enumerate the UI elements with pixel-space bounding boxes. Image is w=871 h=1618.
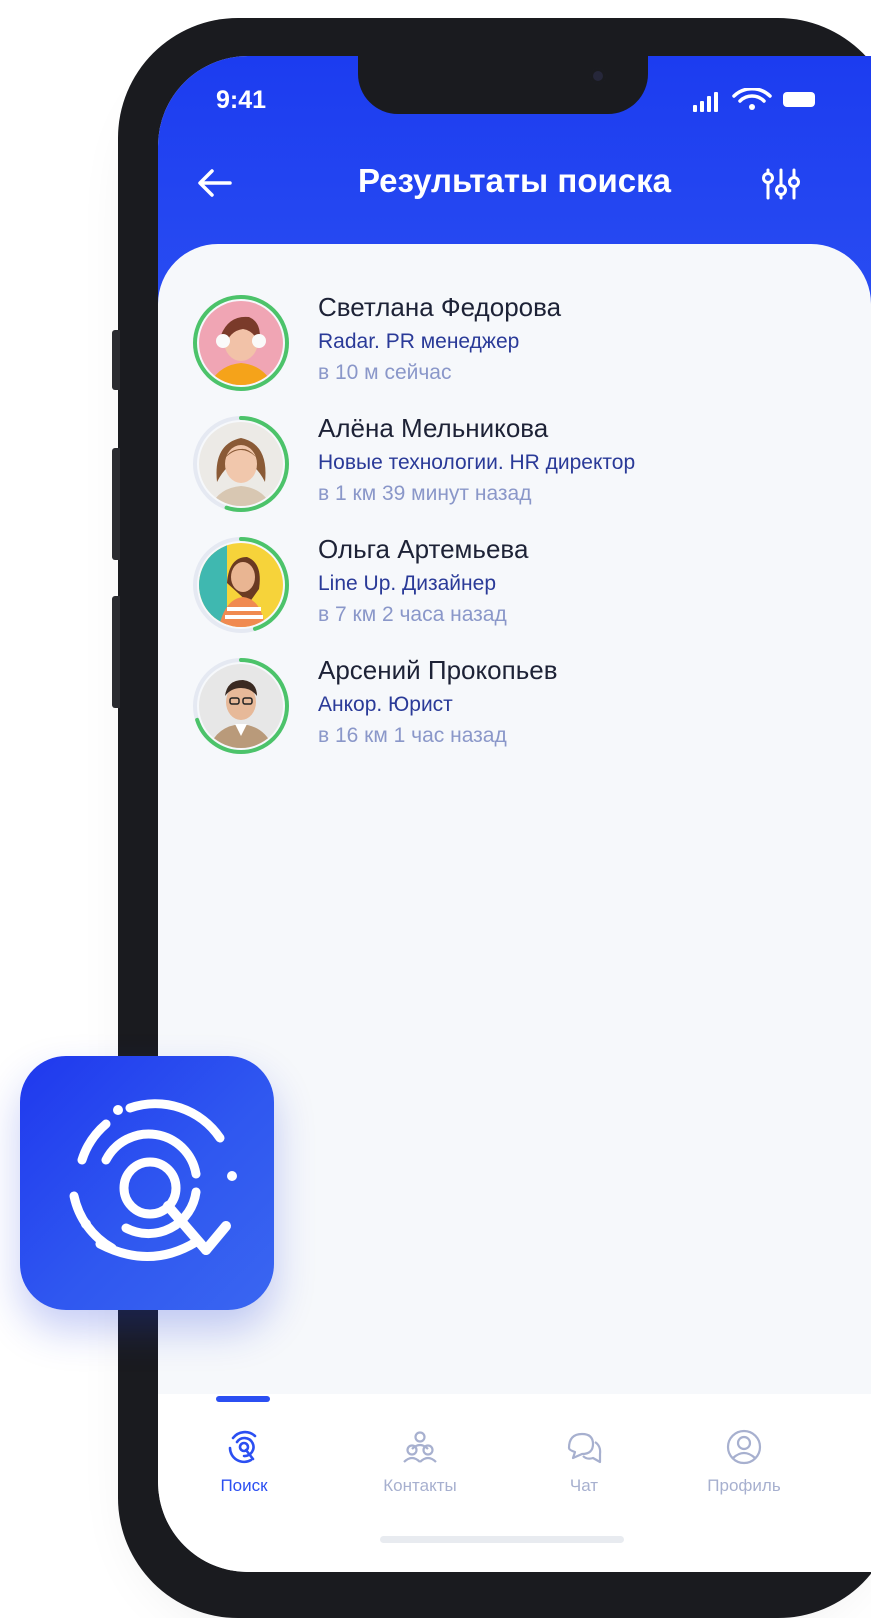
mute-switch <box>112 330 120 390</box>
tab-label-chat: Чат <box>569 1476 599 1495</box>
tab-bar: Поиск Контакты Чат Профиль <box>158 1394 871 1572</box>
result-row[interactable]: Арсений Прокопьев Анкор. Юрист в 16 км 1… <box>192 651 832 772</box>
tab-contacts[interactable]: Контакты <box>350 1428 490 1496</box>
radar-logo-icon <box>69 1099 237 1261</box>
result-name: Ольга Артемьева <box>318 534 529 564</box>
status-time: 9:41 <box>216 86 267 114</box>
battery-icon <box>783 92 815 107</box>
profile-icon <box>726 1429 762 1465</box>
tab-chat[interactable]: Чат <box>514 1428 654 1496</box>
chat-icon <box>567 1432 602 1464</box>
active-tab-indicator <box>216 1396 270 1402</box>
result-distance: в 10 м сейчас <box>318 361 452 384</box>
filter-sliders-icon[interactable] <box>760 166 802 202</box>
result-distance: в 1 км 39 минут назад <box>318 482 532 505</box>
avatar <box>192 657 290 755</box>
contacts-icon <box>403 1431 437 1463</box>
wifi-icon <box>732 88 772 110</box>
volume-down-button <box>112 596 120 708</box>
tab-search[interactable]: Поиск <box>174 1428 314 1496</box>
result-distance: в 16 км 1 час назад <box>318 724 507 747</box>
status-icons <box>693 88 823 112</box>
result-company: Анкор. Юрист <box>318 693 453 716</box>
app-icon <box>20 1056 274 1310</box>
app-screen: 9:41 Результаты поиска Светлана Федорова… <box>158 56 871 1572</box>
result-row[interactable]: Алёна Мельникова Новые технологии. HR ди… <box>192 409 832 530</box>
tab-label-contacts: Контакты <box>383 1476 457 1495</box>
result-row[interactable]: Ольга Артемьева Line Up. Дизайнер в 7 км… <box>192 530 832 651</box>
results-list: Светлана Федорова Radar. PR менеджер в 1… <box>192 288 832 772</box>
result-company: Line Up. Дизайнер <box>318 572 496 595</box>
result-name: Алёна Мельникова <box>318 413 549 443</box>
result-row[interactable]: Светлана Федорова Radar. PR менеджер в 1… <box>192 288 832 409</box>
avatar-photo <box>199 664 283 748</box>
tab-label-profile: Профиль <box>707 1476 781 1495</box>
result-company: Radar. PR менеджер <box>318 330 520 353</box>
result-name: Светлана Федорова <box>318 292 562 322</box>
avatar <box>192 536 290 634</box>
camera <box>590 68 606 84</box>
tab-label-search: Поиск <box>220 1476 268 1495</box>
avatar-photo <box>199 301 283 385</box>
result-distance: в 7 км 2 часа назад <box>318 603 507 626</box>
avatar-photo <box>199 422 283 506</box>
signal-icon <box>693 88 723 112</box>
avatar <box>192 294 290 392</box>
volume-up-button <box>112 448 120 560</box>
result-name: Арсений Прокопьев <box>318 655 558 685</box>
radar-search-icon <box>228 1430 257 1464</box>
result-company: Новые технологии. HR директор <box>318 451 636 474</box>
notch <box>358 56 648 114</box>
avatar-photo <box>199 543 283 627</box>
tab-profile[interactable]: Профиль <box>674 1428 814 1496</box>
home-indicator <box>380 1536 624 1543</box>
avatar <box>192 415 290 513</box>
